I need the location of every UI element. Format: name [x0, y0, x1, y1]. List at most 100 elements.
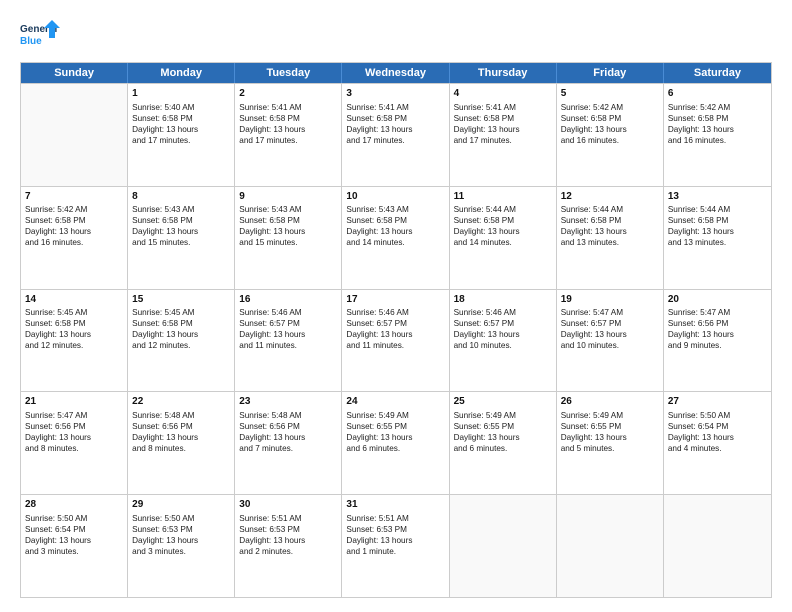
day-info-line: and 7 minutes.	[239, 443, 337, 454]
day-number: 12	[561, 190, 659, 204]
day-info-line: Daylight: 13 hours	[561, 124, 659, 135]
day-cell-1: 1Sunrise: 5:40 AMSunset: 6:58 PMDaylight…	[128, 84, 235, 186]
day-info-line: Daylight: 13 hours	[239, 226, 337, 237]
day-info-line: Sunrise: 5:41 AM	[346, 102, 444, 113]
day-cell-14: 14Sunrise: 5:45 AMSunset: 6:58 PMDayligh…	[21, 290, 128, 392]
day-info-line: and 12 minutes.	[132, 340, 230, 351]
page: General Blue SundayMondayTuesdayWednesda…	[0, 0, 792, 612]
day-info-line: Sunrise: 5:48 AM	[239, 410, 337, 421]
day-info-line: Daylight: 13 hours	[668, 226, 767, 237]
day-info-line: Sunrise: 5:46 AM	[239, 307, 337, 318]
day-cell-7: 7Sunrise: 5:42 AMSunset: 6:58 PMDaylight…	[21, 187, 128, 289]
day-info-line: and 15 minutes.	[132, 237, 230, 248]
calendar: SundayMondayTuesdayWednesdayThursdayFrid…	[20, 62, 772, 598]
day-info-line: Daylight: 13 hours	[346, 124, 444, 135]
day-info-line: Sunrise: 5:47 AM	[561, 307, 659, 318]
day-number: 7	[25, 190, 123, 204]
day-info-line: Daylight: 13 hours	[561, 329, 659, 340]
day-number: 26	[561, 395, 659, 409]
header-cell-saturday: Saturday	[664, 63, 771, 83]
day-info-line: Sunset: 6:56 PM	[239, 421, 337, 432]
day-info-line: Sunset: 6:58 PM	[25, 215, 123, 226]
day-number: 4	[454, 87, 552, 101]
day-info-line: Daylight: 13 hours	[25, 535, 123, 546]
day-info-line: Sunset: 6:56 PM	[132, 421, 230, 432]
logo: General Blue	[20, 18, 62, 54]
day-cell-9: 9Sunrise: 5:43 AMSunset: 6:58 PMDaylight…	[235, 187, 342, 289]
day-cell-20: 20Sunrise: 5:47 AMSunset: 6:56 PMDayligh…	[664, 290, 771, 392]
day-info-line: and 16 minutes.	[25, 237, 123, 248]
day-info-line: Daylight: 13 hours	[454, 432, 552, 443]
day-info-line: Daylight: 13 hours	[454, 124, 552, 135]
day-cell-3: 3Sunrise: 5:41 AMSunset: 6:58 PMDaylight…	[342, 84, 449, 186]
day-number: 6	[668, 87, 767, 101]
day-number: 18	[454, 293, 552, 307]
day-info-line: Daylight: 13 hours	[561, 226, 659, 237]
day-info-line: Sunrise: 5:42 AM	[25, 204, 123, 215]
day-info-line: Sunset: 6:58 PM	[668, 215, 767, 226]
day-info-line: Daylight: 13 hours	[454, 226, 552, 237]
day-info-line: Sunrise: 5:45 AM	[132, 307, 230, 318]
day-info-line: Daylight: 13 hours	[25, 329, 123, 340]
calendar-row-4: 21Sunrise: 5:47 AMSunset: 6:56 PMDayligh…	[21, 391, 771, 494]
day-cell-empty	[664, 495, 771, 597]
day-info-line: Sunset: 6:58 PM	[561, 215, 659, 226]
calendar-row-3: 14Sunrise: 5:45 AMSunset: 6:58 PMDayligh…	[21, 289, 771, 392]
day-info-line: Daylight: 13 hours	[132, 329, 230, 340]
day-cell-22: 22Sunrise: 5:48 AMSunset: 6:56 PMDayligh…	[128, 392, 235, 494]
day-info-line: and 2 minutes.	[239, 546, 337, 557]
day-info-line: Daylight: 13 hours	[239, 329, 337, 340]
day-info-line: Sunrise: 5:46 AM	[346, 307, 444, 318]
day-info-line: Sunset: 6:58 PM	[668, 113, 767, 124]
day-info-line: Sunset: 6:58 PM	[346, 215, 444, 226]
day-number: 13	[668, 190, 767, 204]
day-info-line: Sunrise: 5:40 AM	[132, 102, 230, 113]
day-info-line: and 12 minutes.	[25, 340, 123, 351]
day-info-line: Sunset: 6:56 PM	[668, 318, 767, 329]
day-info-line: Sunset: 6:58 PM	[25, 318, 123, 329]
day-info-line: and 17 minutes.	[454, 135, 552, 146]
day-info-line: Sunrise: 5:51 AM	[239, 513, 337, 524]
day-number: 30	[239, 498, 337, 512]
day-info-line: and 14 minutes.	[346, 237, 444, 248]
day-number: 15	[132, 293, 230, 307]
day-info-line: Sunset: 6:55 PM	[561, 421, 659, 432]
day-info-line: Sunrise: 5:43 AM	[346, 204, 444, 215]
day-info-line: Sunrise: 5:51 AM	[346, 513, 444, 524]
day-info-line: Sunrise: 5:49 AM	[561, 410, 659, 421]
day-number: 29	[132, 498, 230, 512]
day-info-line: and 3 minutes.	[132, 546, 230, 557]
day-info-line: Sunset: 6:53 PM	[346, 524, 444, 535]
day-info-line: and 16 minutes.	[561, 135, 659, 146]
day-info-line: Daylight: 13 hours	[454, 329, 552, 340]
header-cell-friday: Friday	[557, 63, 664, 83]
day-cell-empty	[21, 84, 128, 186]
day-info-line: Daylight: 13 hours	[346, 432, 444, 443]
day-info-line: Daylight: 13 hours	[239, 432, 337, 443]
day-cell-6: 6Sunrise: 5:42 AMSunset: 6:58 PMDaylight…	[664, 84, 771, 186]
day-number: 28	[25, 498, 123, 512]
calendar-body: 1Sunrise: 5:40 AMSunset: 6:58 PMDaylight…	[21, 83, 771, 597]
day-info-line: Sunrise: 5:50 AM	[132, 513, 230, 524]
day-cell-24: 24Sunrise: 5:49 AMSunset: 6:55 PMDayligh…	[342, 392, 449, 494]
day-info-line: Sunrise: 5:41 AM	[454, 102, 552, 113]
day-cell-16: 16Sunrise: 5:46 AMSunset: 6:57 PMDayligh…	[235, 290, 342, 392]
calendar-row-1: 1Sunrise: 5:40 AM Sunset: 6:58 PM Daylight…	[21, 83, 771, 186]
header-cell-sunday: Sunday	[21, 63, 128, 83]
day-info-line: Sunset: 6:57 PM	[561, 318, 659, 329]
day-number: 23	[239, 395, 337, 409]
day-info-line: and 3 minutes.	[25, 546, 123, 557]
day-info-line: Sunrise: 5:50 AM	[668, 410, 767, 421]
day-info-line: Sunset: 6:53 PM	[132, 524, 230, 535]
calendar-row-5: 28 Sunrise: 5:50 AM Sunset: 6:54 PMDayligh…	[21, 494, 771, 597]
day-cell-28: 28Sunrise: 5:50 AMSunset: 6:54 PMDayligh…	[21, 495, 128, 597]
header-cell-wednesday: Wednesday	[342, 63, 449, 83]
day-info-line: Sunset: 6:54 PM	[25, 524, 123, 535]
day-number: 16	[239, 293, 337, 307]
day-number: 1	[132, 87, 230, 101]
day-info-line: Sunset: 6:56 PM	[25, 421, 123, 432]
day-info-line: Sunrise: 5:43 AM	[132, 204, 230, 215]
day-number: 17	[346, 293, 444, 307]
day-info-line: Daylight: 13 hours	[668, 432, 767, 443]
day-cell-12: 12Sunrise: 5:44 AMSunset: 6:58 PMDayligh…	[557, 187, 664, 289]
